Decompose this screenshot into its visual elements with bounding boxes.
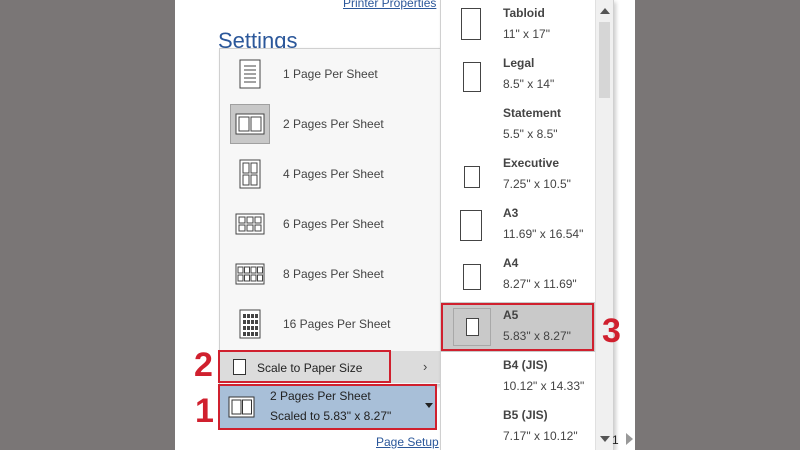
paper-dimensions: 8.5" x 14" (503, 77, 555, 91)
printer-properties-link[interactable]: Printer Properties (343, 0, 436, 10)
paper-dimensions: 8.27" x 11.69" (503, 277, 577, 291)
annotation-box-scale (218, 350, 391, 383)
paper-dimensions: 10.12" x 14.33" (503, 379, 585, 393)
paper-dimensions: 7.17" x 10.12" (503, 429, 578, 443)
menu-item-label: 2 Pages Per Sheet (283, 117, 384, 131)
paper-portrait-icon (464, 166, 480, 188)
menu-item-label: 6 Pages Per Sheet (283, 217, 384, 231)
paper-item-legal[interactable]: Legal 8.5" x 14" (441, 50, 597, 100)
paper-item-a3[interactable]: A3 11.69" x 16.54" (441, 200, 597, 250)
annotation-box-combo (218, 384, 437, 430)
eight-pages-icon (230, 254, 270, 294)
paper-portrait-icon (460, 210, 482, 241)
paper-portrait-icon (463, 264, 481, 290)
annotation-step-2: 2 (194, 346, 213, 384)
menu-item-1-page[interactable]: 1 Page Per Sheet (220, 49, 440, 99)
page-setup-link[interactable]: Page Setup (376, 435, 439, 449)
page-number: 1 (612, 433, 619, 447)
menu-item-label: 1 Page Per Sheet (283, 67, 378, 81)
paper-item-b5-jis[interactable]: B5 (JIS) 7.17" x 10.12" (441, 402, 597, 450)
paper-name: Statement (503, 106, 562, 120)
paper-name: Executive (503, 156, 560, 170)
menu-item-label: 4 Pages Per Sheet (283, 167, 384, 181)
menu-item-6-pages[interactable]: 6 Pages Per Sheet (220, 199, 440, 249)
paper-name: B5 (JIS) (503, 408, 548, 422)
paper-name: A4 (503, 256, 519, 270)
annotation-step-3: 3 (602, 312, 621, 350)
menu-item-label: 16 Pages Per Sheet (283, 317, 391, 331)
paper-item-a4[interactable]: A4 8.27" x 11.69" (441, 250, 597, 300)
paper-item-executive[interactable]: Executive 7.25" x 10.5" (441, 150, 597, 200)
annotation-step-1: 1 (195, 392, 214, 430)
paper-portrait-icon (461, 8, 481, 40)
paper-size-menu: Tabloid 11" x 17" Legal 8.5" x 14" State… (440, 0, 614, 450)
paper-item-tabloid[interactable]: Tabloid 11" x 17" (441, 0, 597, 50)
six-pages-icon (230, 204, 270, 244)
menu-item-8-pages[interactable]: 8 Pages Per Sheet (220, 249, 440, 299)
two-pages-icon (230, 104, 270, 144)
scroll-up-icon[interactable] (600, 8, 610, 14)
menu-item-4-pages[interactable]: 4 Pages Per Sheet (220, 149, 440, 199)
paper-item-b4-jis[interactable]: B4 (JIS) 10.12" x 14.33" (441, 352, 597, 402)
chevron-right-icon: › (423, 359, 428, 374)
menu-item-16-pages[interactable]: 16 Pages Per Sheet (220, 299, 440, 349)
paper-menu-scrollbar[interactable] (595, 0, 613, 450)
scroll-thumb[interactable] (599, 22, 610, 98)
paper-dimensions: 11" x 17" (503, 27, 550, 41)
menu-item-label: 8 Pages Per Sheet (283, 267, 384, 281)
paper-dimensions: 7.25" x 10.5" (503, 177, 571, 191)
sixteen-pages-icon (230, 304, 270, 344)
menu-item-2-pages[interactable]: 2 Pages Per Sheet (220, 99, 440, 149)
scroll-down-icon[interactable] (600, 436, 610, 442)
paper-name: Legal (503, 56, 535, 70)
paper-name: A3 (503, 206, 519, 220)
paper-dimensions: 11.69" x 16.54" (503, 227, 584, 241)
annotation-box-a5 (441, 303, 594, 351)
next-page-icon[interactable] (626, 433, 633, 445)
four-pages-icon (230, 154, 270, 194)
paper-name: Tabloid (503, 6, 545, 20)
paper-item-statement[interactable]: Statement 5.5" x 8.5" (441, 100, 597, 150)
paper-name: B4 (JIS) (503, 358, 548, 372)
paper-dimensions: 5.5" x 8.5" (503, 127, 558, 141)
one-page-icon (230, 54, 270, 94)
paper-portrait-icon (463, 62, 481, 92)
pages-per-sheet-menu: 1 Page Per Sheet 2 Pages Per Sheet 4 Pag… (219, 48, 441, 385)
